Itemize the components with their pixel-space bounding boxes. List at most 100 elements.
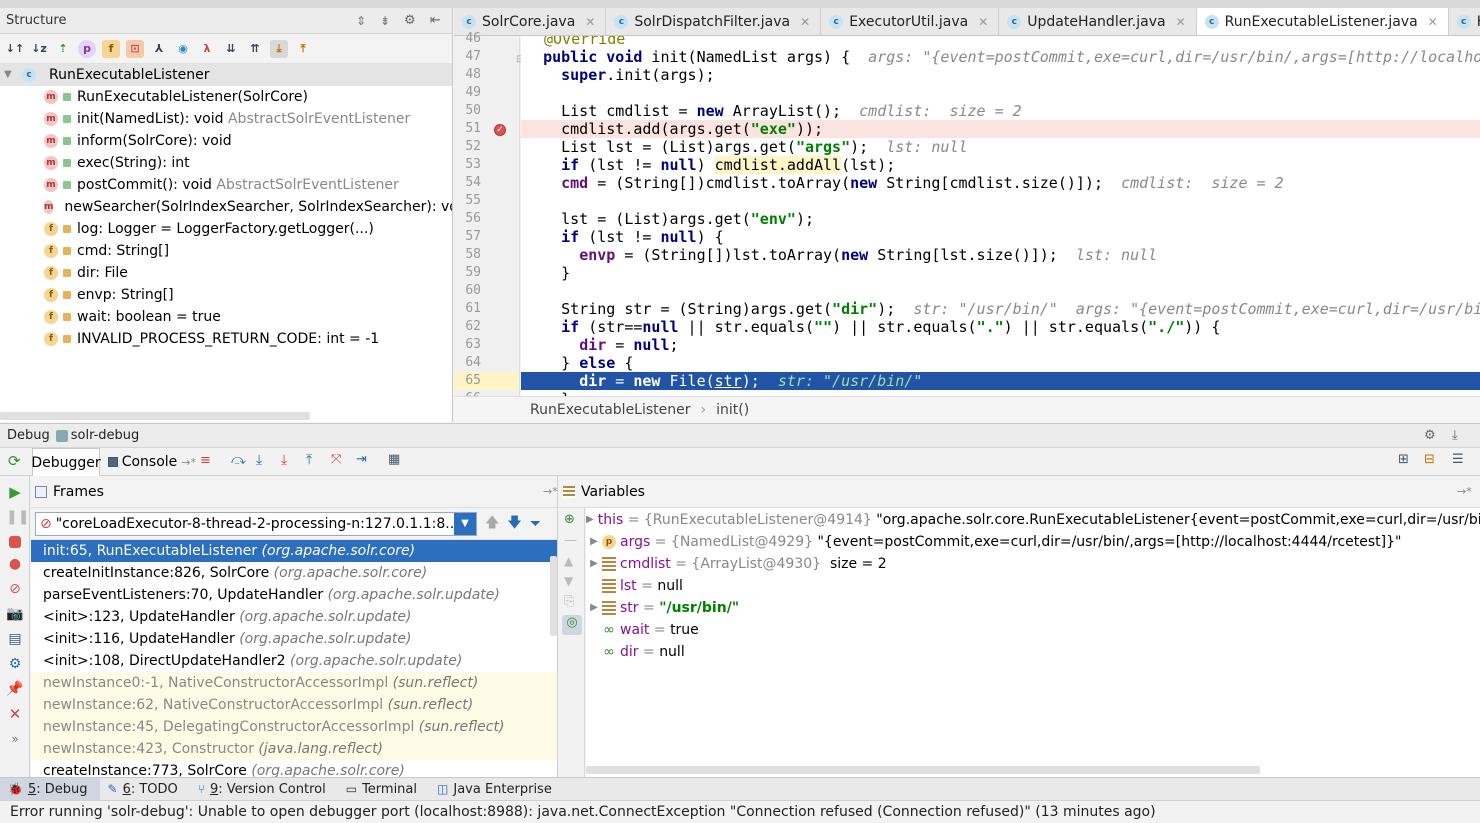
thread-selector[interactable]: ⊘ "coreLoadExecutor-8-thread-2-processin… bbox=[35, 511, 477, 536]
structure-member[interactable]: m RunExecutableListener(SolrCore) bbox=[0, 86, 452, 108]
close-tab-icon[interactable]: ✕ bbox=[800, 15, 810, 29]
layout-icon[interactable]: ⊞ bbox=[1398, 452, 1409, 467]
filter-icon[interactable]: ⏷ bbox=[530, 516, 541, 532]
structure-member[interactable]: f INVALID_PROCESS_RETURN_CODE: int = -1 bbox=[0, 328, 452, 350]
variable-row[interactable]: ▶ cmdlist = {ArrayList@4930} size = 2 bbox=[586, 553, 1480, 575]
get-thread-dump-icon[interactable]: 📷 bbox=[6, 605, 24, 623]
tool-window-tab[interactable]: 🐞 5: Debug bbox=[0, 778, 100, 800]
pin-tab-icon[interactable]: 📌 bbox=[6, 680, 24, 698]
variable-row[interactable]: ▶ p args = {NamedList@4929} "{event=postCo… bbox=[586, 531, 1480, 553]
structure-collapse-icon[interactable]: ⇟ bbox=[380, 14, 390, 28]
resume-icon[interactable]: ▶ bbox=[6, 483, 24, 501]
stack-frame[interactable]: createInitInstance:826, SolrCore (org.ap… bbox=[31, 562, 557, 584]
stack-frame[interactable]: <init>:108, DirectUpdateHandler2 (org.ap… bbox=[31, 650, 557, 672]
structure-member[interactable]: f log: Logger = LoggerFactory.getLogger(.… bbox=[0, 218, 452, 240]
evaluate-expression-icon[interactable]: ▦ bbox=[388, 452, 400, 467]
stack-frame[interactable]: <init>:116, UpdateHandler (org.apache.so… bbox=[31, 628, 557, 650]
close-tab-icon[interactable]: ✕ bbox=[1428, 15, 1438, 29]
breakpoint-icon[interactable]: ✓ bbox=[494, 124, 506, 136]
structure-member[interactable]: m newSearcher(SolrIndexSearcher, SolrInde… bbox=[0, 196, 452, 218]
settings-icon[interactable]: ⚙ bbox=[6, 655, 24, 673]
stop-icon[interactable] bbox=[9, 536, 21, 548]
previous-frame-icon[interactable]: 🡅 bbox=[485, 512, 499, 536]
show-execution-point-icon[interactable]: ≡ bbox=[200, 453, 211, 468]
new-watch-icon[interactable]: ⊕ bbox=[564, 512, 579, 527]
stack-frame[interactable]: newInstance0:-1, NativeConstructorAccess… bbox=[31, 672, 557, 694]
stack-frame[interactable]: createInstance:773, SolrCore (org.apache… bbox=[31, 760, 557, 777]
next-frame-icon[interactable]: 🡇 bbox=[507, 512, 521, 536]
variable-row[interactable]: ∞ dir = null bbox=[586, 641, 1480, 663]
autoscroll-from-source-icon[interactable]: ⤒ bbox=[294, 40, 312, 58]
move-down-icon[interactable]: ▼ bbox=[564, 574, 579, 588]
view-breakpoints-icon[interactable]: ● bbox=[6, 555, 24, 573]
drop-frame-icon[interactable]: ⤧ bbox=[331, 452, 341, 467]
expand-arrow-icon[interactable]: ▶ bbox=[586, 531, 602, 553]
remove-watch-icon[interactable]: — bbox=[564, 533, 579, 548]
restore-layout-icon[interactable]: ⊟ bbox=[1424, 452, 1435, 467]
variable-row[interactable]: lst = null bbox=[586, 575, 1480, 597]
collapse-all-icon[interactable]: ⇈ bbox=[246, 40, 264, 58]
stack-frame[interactable]: newInstance:45, DelegatingConstructorAcc… bbox=[31, 716, 557, 738]
close-icon[interactable]: ✕ bbox=[6, 705, 24, 723]
tool-window-tab[interactable]: ⑂ 9: Version Control bbox=[190, 778, 338, 800]
frames-pin-icon[interactable]: →* bbox=[543, 485, 557, 498]
variables-pin-icon[interactable]: →* bbox=[1457, 485, 1472, 498]
tab-editor-file[interactable]: c SolrDispatchFilter.java ✕ bbox=[606, 8, 822, 35]
debug-hide-icon[interactable]: ⤓ bbox=[1452, 428, 1458, 443]
tab-editor-file[interactable]: c ExecutorUtil.java ✕ bbox=[821, 8, 1000, 35]
tool-window-tab[interactable]: ▭ Terminal bbox=[338, 778, 429, 800]
variables-hscrollbar[interactable] bbox=[586, 766, 1260, 774]
autoscroll-to-source-icon[interactable]: ⤓ bbox=[270, 39, 288, 58]
structure-settings-icon[interactable]: ⚙ bbox=[404, 13, 416, 28]
run-to-cursor-icon[interactable]: ⇥ bbox=[356, 452, 367, 467]
debug-config-name[interactable]: solr-debug bbox=[71, 428, 140, 443]
variable-row[interactable]: ∞ wait = true bbox=[586, 619, 1480, 641]
expand-arrow-icon[interactable]: ▶ bbox=[586, 553, 602, 575]
stack-frame[interactable]: newInstance:423, Constructor (java.lang.… bbox=[31, 738, 557, 760]
expand-arrow-icon[interactable]: ▶ bbox=[586, 597, 602, 619]
code-editor[interactable]: @Override public void init(NamedList arg… bbox=[521, 36, 1480, 396]
stack-frame[interactable]: init:65, RunExecutableListener (org.apac… bbox=[31, 540, 557, 562]
tab-debugger[interactable]: Debugger bbox=[31, 448, 101, 476]
breadcrumb-class[interactable]: RunExecutableListener bbox=[530, 402, 691, 418]
structure-hscrollbar[interactable] bbox=[0, 412, 310, 420]
stack-frame[interactable]: newInstance:62, NativeConstructorAccesso… bbox=[31, 694, 557, 716]
debug-options-icon[interactable]: ☰ bbox=[1452, 452, 1464, 467]
force-step-into-icon[interactable]: ⤓ bbox=[281, 452, 287, 468]
close-tab-icon[interactable]: ✕ bbox=[1176, 15, 1186, 29]
pause-icon[interactable]: ❚❚ bbox=[6, 508, 29, 526]
stack-frame[interactable]: parseEventListeners:70, UpdateHandler (o… bbox=[31, 584, 557, 606]
show-non-public-icon[interactable]: ⊡ bbox=[126, 39, 144, 58]
step-out-icon[interactable]: ⤒ bbox=[306, 452, 312, 468]
breadcrumb-method[interactable]: init() bbox=[716, 402, 749, 418]
rerun-icon[interactable]: ⟳ bbox=[8, 452, 21, 470]
expand-arrow-icon[interactable]: ▼ bbox=[4, 64, 22, 86]
copy-icon[interactable]: ⎘ bbox=[564, 594, 579, 609]
tool-window-tab[interactable]: ✎ 6: TODO bbox=[100, 778, 190, 800]
debug-settings-icon[interactable]: ⚙ bbox=[1424, 428, 1436, 443]
close-tab-icon[interactable]: ✕ bbox=[978, 15, 988, 29]
close-tab-icon[interactable]: ✕ bbox=[585, 15, 595, 29]
structure-root[interactable]: ▼ c RunExecutableListener bbox=[0, 64, 452, 86]
show-lambda-icon[interactable]: λ bbox=[198, 40, 216, 58]
tab-editor-file[interactable]: c UpdateHandler.java ✕ bbox=[999, 8, 1197, 35]
tool-window-tab[interactable]: ◫ Java Enterprise bbox=[429, 778, 564, 800]
tab-console[interactable]: Console →* bbox=[104, 448, 196, 476]
show-anonymous-icon[interactable]: ◉ bbox=[174, 40, 192, 58]
structure-member[interactable]: f envp: String[] bbox=[0, 284, 452, 306]
more-icon[interactable]: » bbox=[6, 730, 24, 748]
structure-member[interactable]: f wait: boolean = true bbox=[0, 306, 452, 328]
structure-autoscroll-icon[interactable]: ⇕ bbox=[356, 14, 366, 28]
variable-row[interactable]: ▶ this = {RunExecutableListener@4914} "or… bbox=[586, 509, 1480, 531]
show-properties-icon[interactable]: p bbox=[78, 39, 96, 58]
status-message[interactable]: Error running 'solr-debug': Unable to op… bbox=[10, 804, 1156, 820]
show-inherited-icon[interactable]: ⇡ bbox=[54, 40, 72, 58]
move-up-icon[interactable]: ▲ bbox=[564, 554, 579, 568]
step-over-icon[interactable]: ⤼ bbox=[231, 452, 246, 468]
structure-member[interactable]: f dir: File bbox=[0, 262, 452, 284]
expand-arrow-icon[interactable]: ▶ bbox=[586, 509, 594, 531]
tab-editor-file[interactable]: c RunExecutableListener.java ✕ bbox=[1196, 8, 1449, 35]
sort-visibility-icon[interactable]: ↓↑ bbox=[6, 40, 24, 58]
structure-member[interactable]: f cmd: String[] bbox=[0, 240, 452, 262]
show-fields-icon[interactable]: f bbox=[102, 39, 120, 58]
